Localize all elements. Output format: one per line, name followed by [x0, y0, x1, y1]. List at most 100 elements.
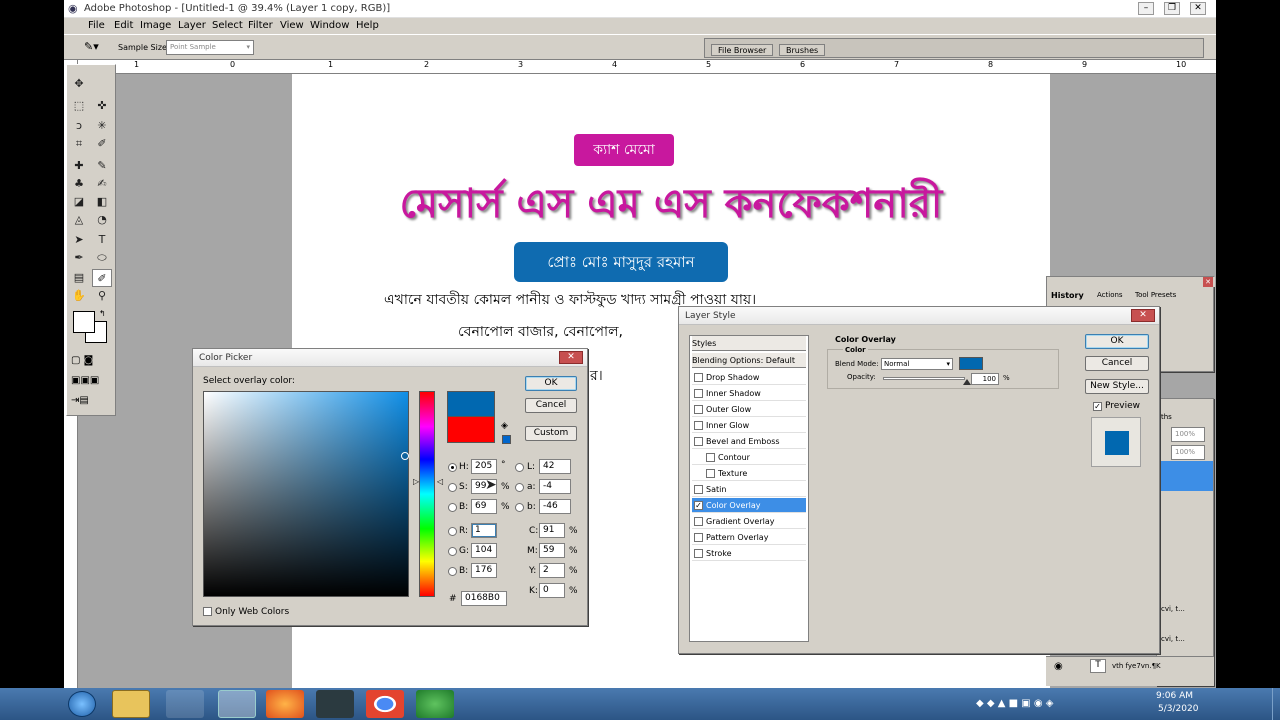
h-radio[interactable] — [448, 463, 457, 472]
menu-filter[interactable]: Filter — [248, 20, 273, 31]
close-icon[interactable]: ✕ — [1131, 309, 1155, 322]
filmora-taskbar-icon[interactable] — [316, 690, 354, 718]
web-safe-swatch[interactable] — [502, 435, 511, 444]
restore-button[interactable]: ❐ — [1164, 2, 1180, 15]
blue-radio[interactable] — [448, 567, 457, 576]
overlay-color-swatch[interactable] — [959, 357, 983, 370]
notes-tool-icon[interactable]: ▤ — [69, 269, 89, 287]
style-checkbox[interactable] — [694, 517, 703, 526]
blue-field[interactable]: 176 — [471, 563, 497, 578]
minimize-button[interactable]: – — [1138, 2, 1154, 15]
hex-field[interactable]: 0168B0 — [461, 591, 507, 606]
brush-tool-icon[interactable]: ✎ — [92, 157, 112, 175]
pen-tool-icon[interactable]: ✒ — [69, 249, 89, 267]
preview-checkbox[interactable]: ✓ — [1093, 402, 1102, 411]
tab-history[interactable]: History — [1051, 291, 1084, 300]
s-radio[interactable] — [448, 483, 457, 492]
tab-tool-presets[interactable]: Tool Presets — [1135, 291, 1176, 299]
menu-edit[interactable]: Edit — [114, 20, 133, 31]
style-checkbox[interactable] — [694, 549, 703, 558]
style-checkbox[interactable] — [694, 421, 703, 430]
style-item[interactable]: Inner Shadow — [692, 386, 806, 401]
tab-file-browser[interactable]: File Browser — [711, 44, 774, 56]
lasso-tool-icon[interactable]: ↄ — [69, 117, 89, 135]
h-field[interactable]: 205 — [471, 459, 497, 474]
show-desktop-button[interactable] — [1272, 688, 1280, 720]
b-radio[interactable] — [448, 503, 457, 512]
foreground-color-swatch[interactable] — [73, 311, 95, 333]
styles-header[interactable]: Styles — [692, 336, 806, 351]
move-arrow-icon[interactable]: ✜ — [92, 97, 112, 115]
start-button[interactable] — [68, 691, 96, 717]
l-radio[interactable] — [515, 463, 524, 472]
clock-time[interactable]: 9:06 AM — [1156, 691, 1193, 701]
selected-layer-row[interactable] — [1159, 461, 1213, 491]
hue-slider-arrow[interactable]: ◁ — [437, 477, 443, 486]
jump-to-imageready-icon[interactable]: ⇥▤ — [71, 395, 111, 409]
magic-wand-icon[interactable]: ✳ — [92, 117, 112, 135]
color-field[interactable] — [203, 391, 409, 597]
m-field[interactable]: 59 — [539, 543, 565, 558]
app-taskbar-icon[interactable] — [166, 690, 204, 718]
only-web-colors-checkbox[interactable] — [203, 607, 212, 616]
explorer-taskbar-icon[interactable] — [112, 690, 150, 718]
path-select-icon[interactable]: ➤ — [69, 231, 89, 249]
cancel-button[interactable]: Cancel — [1085, 356, 1149, 371]
ok-button[interactable]: OK — [1085, 334, 1149, 349]
style-item[interactable]: Pattern Overlay — [692, 530, 806, 545]
type-tool-icon[interactable]: T — [92, 231, 112, 249]
hand-tool-icon[interactable]: ✋ — [69, 287, 89, 305]
gradient-tool-icon[interactable]: ◧ — [92, 193, 112, 211]
ok-button[interactable]: OK — [525, 376, 577, 391]
menu-file[interactable]: File — [88, 20, 105, 31]
menu-select[interactable]: Select — [212, 20, 243, 31]
photoshop-taskbar-icon[interactable] — [218, 690, 256, 718]
style-item[interactable]: Contour — [692, 450, 806, 465]
g-field[interactable]: 104 — [471, 543, 497, 558]
swap-colors-icon[interactable]: ↰ — [99, 309, 106, 318]
opacity-field[interactable]: 100 — [971, 373, 999, 385]
k-field[interactable]: 0 — [539, 583, 565, 598]
opacity-field[interactable]: 100% — [1171, 427, 1205, 442]
tab-actions[interactable]: Actions — [1097, 291, 1123, 299]
quick-mask-icon[interactable]: ▢ ◙ — [71, 355, 111, 369]
idm-taskbar-icon[interactable] — [416, 690, 454, 718]
history-brush-icon[interactable]: ✍ — [92, 175, 112, 193]
menu-layer[interactable]: Layer — [178, 20, 206, 31]
sample-size-select[interactable]: Point Sample ▾ — [166, 40, 254, 55]
custom-button[interactable]: Custom — [525, 426, 577, 441]
style-checkbox[interactable] — [694, 405, 703, 414]
style-checkbox[interactable]: ✓ — [694, 501, 703, 510]
healing-brush-icon[interactable]: ✚ — [69, 157, 89, 175]
zoom-tool-icon[interactable]: ⚲ — [92, 287, 112, 305]
close-button[interactable]: ✕ — [1190, 2, 1206, 15]
b-field[interactable]: 69 — [471, 499, 497, 514]
style-checkbox[interactable] — [694, 389, 703, 398]
eye-icon[interactable]: ◉ — [1054, 661, 1063, 672]
tab-brushes[interactable]: Brushes — [779, 44, 826, 56]
menu-help[interactable]: Help — [356, 20, 379, 31]
blending-options[interactable]: Blending Options: Default — [692, 353, 806, 368]
style-item[interactable]: Outer Glow — [692, 402, 806, 417]
y-field[interactable]: 2 — [539, 563, 565, 578]
style-checkbox[interactable] — [694, 437, 703, 446]
eraser-tool-icon[interactable]: ◪ — [69, 193, 89, 211]
old-color-swatch[interactable] — [447, 417, 495, 443]
style-item[interactable]: Satin — [692, 482, 806, 497]
shape-tool-icon[interactable]: ⬭ — [92, 249, 112, 267]
g-radio[interactable] — [448, 547, 457, 556]
close-icon[interactable]: ✕ — [1203, 277, 1213, 287]
blur-tool-icon[interactable]: ◬ — [69, 211, 89, 229]
r-field[interactable]: 1 — [471, 523, 497, 538]
style-item[interactable]: Gradient Overlay — [692, 514, 806, 529]
c-field[interactable]: 91 — [539, 523, 565, 538]
clock-date[interactable]: 5/3/2020 — [1158, 704, 1198, 714]
menu-window[interactable]: Window — [310, 20, 349, 31]
lab-b-radio[interactable] — [515, 503, 524, 512]
close-icon[interactable]: ✕ — [559, 351, 583, 364]
style-checkbox[interactable] — [706, 453, 715, 462]
gamut-warning-icon[interactable]: ◈ — [501, 421, 508, 431]
tray-icons[interactable]: ◆ ◆ ▲ ■ ▣ ◉ ◈ — [976, 698, 1053, 709]
l-field[interactable]: 42 — [539, 459, 571, 474]
r-radio[interactable] — [448, 527, 457, 536]
